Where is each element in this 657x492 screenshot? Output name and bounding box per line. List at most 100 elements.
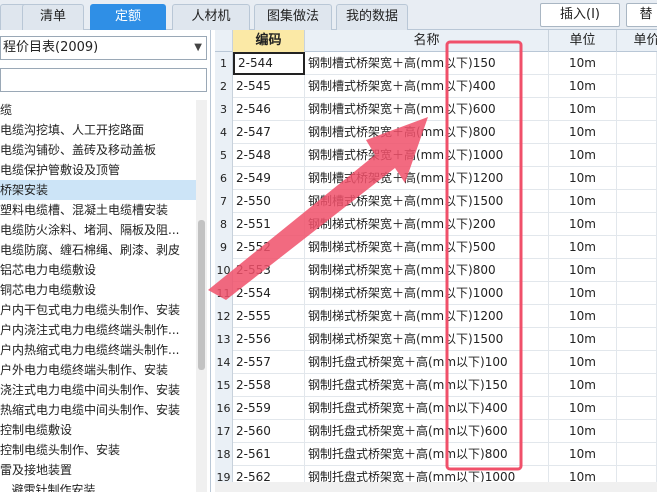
table-row[interactable]: 9 2-552 钢制梯式桥架宽＋高(mm以下)500 10m: [215, 236, 657, 259]
cell-code[interactable]: 2-557: [233, 351, 305, 374]
cell-code[interactable]: 2-555: [233, 305, 305, 328]
cell-unit[interactable]: 10m: [549, 52, 617, 75]
cell-unit[interactable]: 10m: [549, 167, 617, 190]
tree-item[interactable]: 户内热缩式电力电缆终端头制作...: [0, 340, 196, 360]
table-row[interactable]: 4 2-547 钢制槽式桥架宽＋高(mm以下)800 10m: [215, 121, 657, 144]
cell-price[interactable]: [617, 443, 657, 466]
cell-price[interactable]: [617, 420, 657, 443]
cell-price[interactable]: [617, 236, 657, 259]
table-row[interactable]: 8 2-551 钢制梯式桥架宽＋高(mm以下)200 10m: [215, 213, 657, 236]
table-row[interactable]: 15 2-558 钢制托盘式桥架宽＋高(mm以下)150 10m: [215, 374, 657, 397]
cell-code[interactable]: 2-556: [233, 328, 305, 351]
table-row[interactable]: 13 2-556 钢制梯式桥架宽＋高(mm以下)1500 10m: [215, 328, 657, 351]
chevron-down-icon[interactable]: ▼: [194, 37, 202, 59]
cell-code[interactable]: 2-545: [233, 75, 305, 98]
cell-unit[interactable]: 10m: [549, 282, 617, 305]
cell-name[interactable]: 钢制托盘式桥架宽＋高(mm以下)150: [305, 374, 549, 397]
cell-name[interactable]: 钢制槽式桥架宽＋高(mm以下)600: [305, 98, 549, 121]
cell-unit[interactable]: 10m: [549, 121, 617, 144]
cell-unit[interactable]: 10m: [549, 328, 617, 351]
tree-item[interactable]: 铝芯电力电缆敷设: [0, 260, 196, 280]
tab-labor-material-machine[interactable]: 人材机: [172, 4, 250, 30]
table-row[interactable]: 2 2-545 钢制槽式桥架宽＋高(mm以下)400 10m: [215, 75, 657, 98]
cell-price[interactable]: [617, 144, 657, 167]
cell-price[interactable]: [617, 190, 657, 213]
table-row[interactable]: 17 2-560 钢制托盘式桥架宽＋高(mm以下)600 10m: [215, 420, 657, 443]
tree-item[interactable]: 电缆防腐、缠石棉绳、刷漆、剥皮: [0, 240, 196, 260]
cell-code[interactable]: 2-544: [233, 52, 305, 75]
cell-price[interactable]: [617, 213, 657, 236]
cell-unit[interactable]: 10m: [549, 305, 617, 328]
cell-code[interactable]: 2-551: [233, 213, 305, 236]
cell-name[interactable]: 钢制槽式桥架宽＋高(mm以下)150: [305, 52, 549, 75]
cell-price[interactable]: [617, 259, 657, 282]
cell-unit[interactable]: 10m: [549, 374, 617, 397]
table-row[interactable]: 16 2-559 钢制托盘式桥架宽＋高(mm以下)400 10m: [215, 397, 657, 420]
cell-name[interactable]: 钢制梯式桥架宽＋高(mm以下)500: [305, 236, 549, 259]
tree-item[interactable]: 户内干包式电力电缆头制作、安装: [0, 300, 196, 320]
tree-item[interactable]: 桥架安装: [0, 180, 196, 200]
table-row[interactable]: 6 2-549 钢制槽式桥架宽＋高(mm以下)1200 10m: [215, 167, 657, 190]
table-row[interactable]: 1 2-544 钢制槽式桥架宽＋高(mm以下)150 10m: [215, 52, 657, 75]
tab-quota[interactable]: 定额: [90, 4, 166, 30]
cell-price[interactable]: [617, 167, 657, 190]
tree-item[interactable]: 浇注式电力电缆中间头制作、安装: [0, 380, 196, 400]
cell-price[interactable]: [617, 75, 657, 98]
cell-code[interactable]: 2-560: [233, 420, 305, 443]
cell-price[interactable]: [617, 397, 657, 420]
tree-item[interactable]: 电缆沟挖填、人工开挖路面: [0, 120, 196, 140]
table-row[interactable]: 12 2-555 钢制梯式桥架宽＋高(mm以下)1200 10m: [215, 305, 657, 328]
cell-name[interactable]: 钢制托盘式桥架宽＋高(mm以下)100: [305, 351, 549, 374]
tree-item[interactable]: 控制电缆敷设: [0, 420, 196, 440]
cell-price[interactable]: [617, 121, 657, 144]
cell-unit[interactable]: 10m: [549, 98, 617, 121]
cell-name[interactable]: 钢制托盘式桥架宽＋高(mm以下)400: [305, 397, 549, 420]
table-row[interactable]: 5 2-548 钢制槽式桥架宽＋高(mm以下)1000 10m: [215, 144, 657, 167]
tree-item[interactable]: 雷及接地装置: [0, 460, 196, 480]
cell-code[interactable]: 2-550: [233, 190, 305, 213]
cell-code[interactable]: 2-553: [233, 259, 305, 282]
tree-item[interactable]: 控制电缆头制作、安装: [0, 440, 196, 460]
replace-button[interactable]: 替: [626, 3, 657, 27]
cell-code[interactable]: 2-558: [233, 374, 305, 397]
table-row[interactable]: 10 2-553 钢制梯式桥架宽＋高(mm以下)800 10m: [215, 259, 657, 282]
cell-name[interactable]: 钢制梯式桥架宽＋高(mm以下)800: [305, 259, 549, 282]
cell-code[interactable]: 2-552: [233, 236, 305, 259]
tree-scrollbar-thumb[interactable]: [198, 220, 205, 370]
cell-price[interactable]: [617, 305, 657, 328]
tree-scrollbar[interactable]: [196, 100, 207, 492]
cell-name[interactable]: 钢制槽式桥架宽＋高(mm以下)1500: [305, 190, 549, 213]
cell-price[interactable]: [617, 374, 657, 397]
insert-button[interactable]: 插入(I): [540, 3, 620, 27]
cell-unit[interactable]: 10m: [549, 259, 617, 282]
cell-name[interactable]: 钢制槽式桥架宽＋高(mm以下)400: [305, 75, 549, 98]
cell-name[interactable]: 钢制槽式桥架宽＋高(mm以下)800: [305, 121, 549, 144]
cell-name[interactable]: 钢制托盘式桥架宽＋高(mm以下)600: [305, 420, 549, 443]
cell-code[interactable]: 2-549: [233, 167, 305, 190]
cell-unit[interactable]: 10m: [549, 213, 617, 236]
cell-unit[interactable]: 10m: [549, 236, 617, 259]
cell-price[interactable]: [617, 52, 657, 75]
cell-price[interactable]: [617, 282, 657, 305]
cell-code[interactable]: 2-548: [233, 144, 305, 167]
cell-code[interactable]: 2-546: [233, 98, 305, 121]
cell-code[interactable]: 2-554: [233, 282, 305, 305]
tree-item[interactable]: 电缆防火涂料、堵洞、隔板及阻...: [0, 220, 196, 240]
tree-item[interactable]: 铜芯电力电缆敷设: [0, 280, 196, 300]
cell-name[interactable]: 钢制槽式桥架宽＋高(mm以下)1000: [305, 144, 549, 167]
tree-item[interactable]: ...避雷针制作安装: [0, 480, 196, 492]
cell-unit[interactable]: 10m: [549, 420, 617, 443]
tab-atlas-method[interactable]: 图集做法: [254, 4, 332, 30]
cell-name[interactable]: 钢制梯式桥架宽＋高(mm以下)1200: [305, 305, 549, 328]
header-code[interactable]: 编码: [233, 30, 305, 52]
library-select[interactable]: 程价目表(2009) ▼: [0, 36, 207, 60]
cell-code[interactable]: 2-561: [233, 443, 305, 466]
table-row[interactable]: 3 2-546 钢制槽式桥架宽＋高(mm以下)600 10m: [215, 98, 657, 121]
tree-item[interactable]: 电缆沟铺砂、盖砖及移动盖板: [0, 140, 196, 160]
tree-item[interactable]: 热缩式电力电缆中间头制作、安装: [0, 400, 196, 420]
tab-my-data[interactable]: 我的数据: [336, 4, 408, 30]
tree-item[interactable]: 缆: [0, 100, 196, 120]
cell-unit[interactable]: 10m: [549, 75, 617, 98]
tree-item[interactable]: 户内浇注式电力电缆终端头制作...: [0, 320, 196, 340]
tree-item[interactable]: 户外电力电缆终端头制作、安装: [0, 360, 196, 380]
